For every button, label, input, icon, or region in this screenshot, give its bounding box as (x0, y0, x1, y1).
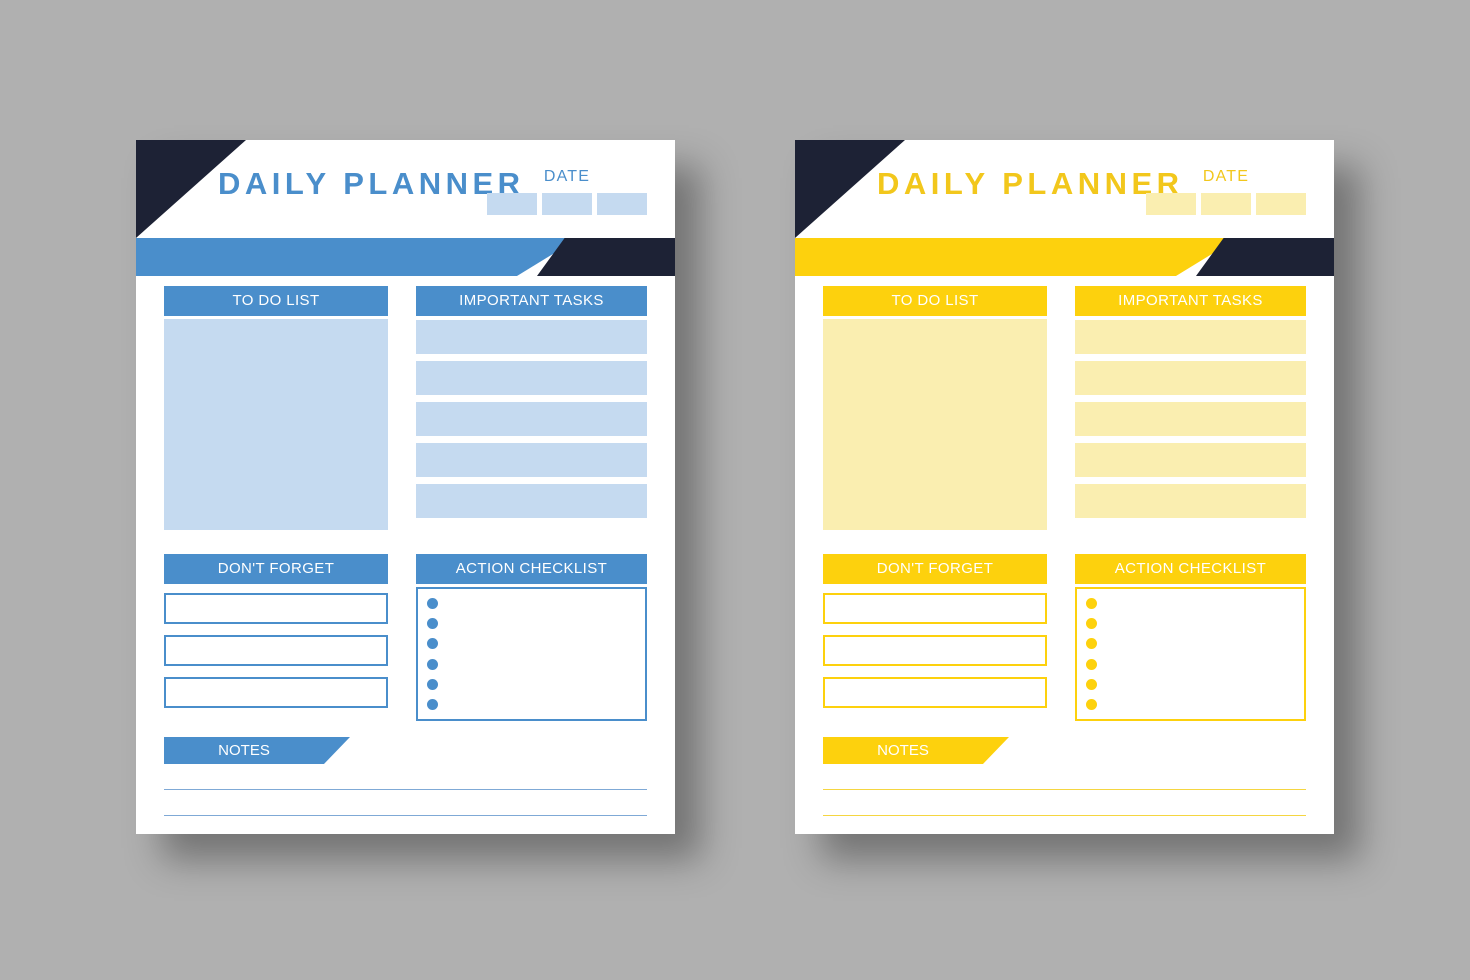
accent-band-main (795, 238, 1238, 276)
notes-line[interactable] (823, 816, 1306, 834)
action-checklist-heading: ACTION CHECKLIST (1075, 554, 1306, 584)
date-label: DATE (543, 168, 591, 185)
task-row[interactable] (416, 484, 647, 518)
planner-header-blue: DAILY PLANNER DATE (136, 140, 675, 238)
date-label: DATE (1202, 168, 1250, 185)
checklist-bullet-icon (427, 598, 438, 610)
checklist-bullet-icon (427, 658, 438, 670)
dont-forget-field[interactable] (164, 635, 388, 666)
important-tasks-list (416, 320, 647, 518)
notes-heading: NOTES (823, 737, 1009, 764)
accent-band (795, 238, 1334, 276)
lower-row: DON'T FORGET ACTION CHECKLIST (164, 554, 647, 721)
important-tasks-heading: IMPORTANT TASKS (416, 286, 647, 316)
action-checklist-heading: ACTION CHECKLIST (416, 554, 647, 584)
checklist-bullet-icon (427, 698, 438, 710)
action-checklist-section: ACTION CHECKLIST (416, 554, 647, 721)
task-row[interactable] (1075, 320, 1306, 354)
important-tasks-section: IMPORTANT TASKS (416, 286, 647, 530)
checklist-bullet-icon (1086, 638, 1097, 650)
date-field-month[interactable] (1201, 193, 1251, 215)
dont-forget-field[interactable] (823, 593, 1047, 624)
notes-line[interactable] (164, 816, 647, 834)
dont-forget-fields (164, 593, 388, 708)
dont-forget-field[interactable] (164, 677, 388, 708)
important-tasks-heading: IMPORTANT TASKS (1075, 286, 1306, 316)
date-block: DATE (1146, 168, 1306, 215)
date-field-year[interactable] (1256, 193, 1306, 215)
checklist-bullet-icon (1086, 598, 1097, 610)
task-row[interactable] (416, 443, 647, 477)
task-row[interactable] (1075, 361, 1306, 395)
page-title: DAILY PLANNER (218, 166, 525, 201)
date-input-group (487, 193, 647, 215)
important-tasks-section: IMPORTANT TASKS (1075, 286, 1306, 530)
checklist-bullet-icon (427, 638, 438, 650)
lower-row: DON'T FORGET ACTION CHECKLIST (823, 554, 1306, 721)
date-field-month[interactable] (542, 193, 592, 215)
task-row[interactable] (416, 402, 647, 436)
notes-section: NOTES (164, 737, 647, 834)
todo-list-heading: TO DO LIST (164, 286, 388, 316)
todo-list-section: TO DO LIST (164, 286, 388, 530)
notes-line[interactable] (823, 764, 1306, 790)
date-field-day[interactable] (487, 193, 537, 215)
dont-forget-field[interactable] (823, 677, 1047, 708)
task-row[interactable] (1075, 402, 1306, 436)
task-row[interactable] (1075, 443, 1306, 477)
page-title: DAILY PLANNER (877, 166, 1184, 201)
task-row[interactable] (416, 361, 647, 395)
planner-header-yellow: DAILY PLANNER DATE (795, 140, 1334, 238)
upper-row: TO DO LIST IMPORTANT TASKS (164, 286, 647, 530)
dont-forget-fields (823, 593, 1047, 708)
date-input-group (1146, 193, 1306, 215)
task-row[interactable] (1075, 484, 1306, 518)
upper-row: TO DO LIST IMPORTANT TASKS (823, 286, 1306, 530)
checklist-bullet-icon (1086, 618, 1097, 630)
dont-forget-section: DON'T FORGET (823, 554, 1047, 721)
date-block: DATE (487, 168, 647, 215)
daily-planner-card-blue: DAILY PLANNER DATE TO DO LIST IMPORTANT … (136, 140, 675, 834)
planner-body: TO DO LIST IMPORTANT TASKS DON'T FORGET … (795, 286, 1334, 721)
notes-line[interactable] (164, 764, 647, 790)
todo-list-input[interactable] (823, 319, 1047, 530)
dont-forget-field[interactable] (164, 593, 388, 624)
accent-band-main (136, 238, 579, 276)
action-checklist-box[interactable] (416, 587, 647, 721)
checklist-bullet-icon (1086, 678, 1097, 690)
checklist-bullet-icon (427, 678, 438, 690)
dont-forget-section: DON'T FORGET (164, 554, 388, 721)
notes-heading: NOTES (164, 737, 350, 764)
todo-list-heading: TO DO LIST (823, 286, 1047, 316)
todo-list-section: TO DO LIST (823, 286, 1047, 530)
notes-line[interactable] (164, 790, 647, 816)
canvas: DAILY PLANNER DATE TO DO LIST IMPORTANT … (0, 0, 1470, 980)
dont-forget-heading: DON'T FORGET (823, 554, 1047, 584)
important-tasks-list (1075, 320, 1306, 518)
notes-line[interactable] (823, 790, 1306, 816)
dont-forget-field[interactable] (823, 635, 1047, 666)
action-checklist-section: ACTION CHECKLIST (1075, 554, 1306, 721)
checklist-bullet-icon (1086, 698, 1097, 710)
checklist-bullet-icon (427, 618, 438, 630)
task-row[interactable] (416, 320, 647, 354)
notes-section: NOTES (823, 737, 1306, 834)
todo-list-input[interactable] (164, 319, 388, 530)
checklist-bullet-icon (1086, 658, 1097, 670)
dont-forget-heading: DON'T FORGET (164, 554, 388, 584)
action-checklist-box[interactable] (1075, 587, 1306, 721)
accent-band (136, 238, 675, 276)
planner-body: TO DO LIST IMPORTANT TASKS DON'T FORGET … (136, 286, 675, 721)
date-field-year[interactable] (597, 193, 647, 215)
daily-planner-card-yellow: DAILY PLANNER DATE TO DO LIST IMPORTANT … (795, 140, 1334, 834)
date-field-day[interactable] (1146, 193, 1196, 215)
